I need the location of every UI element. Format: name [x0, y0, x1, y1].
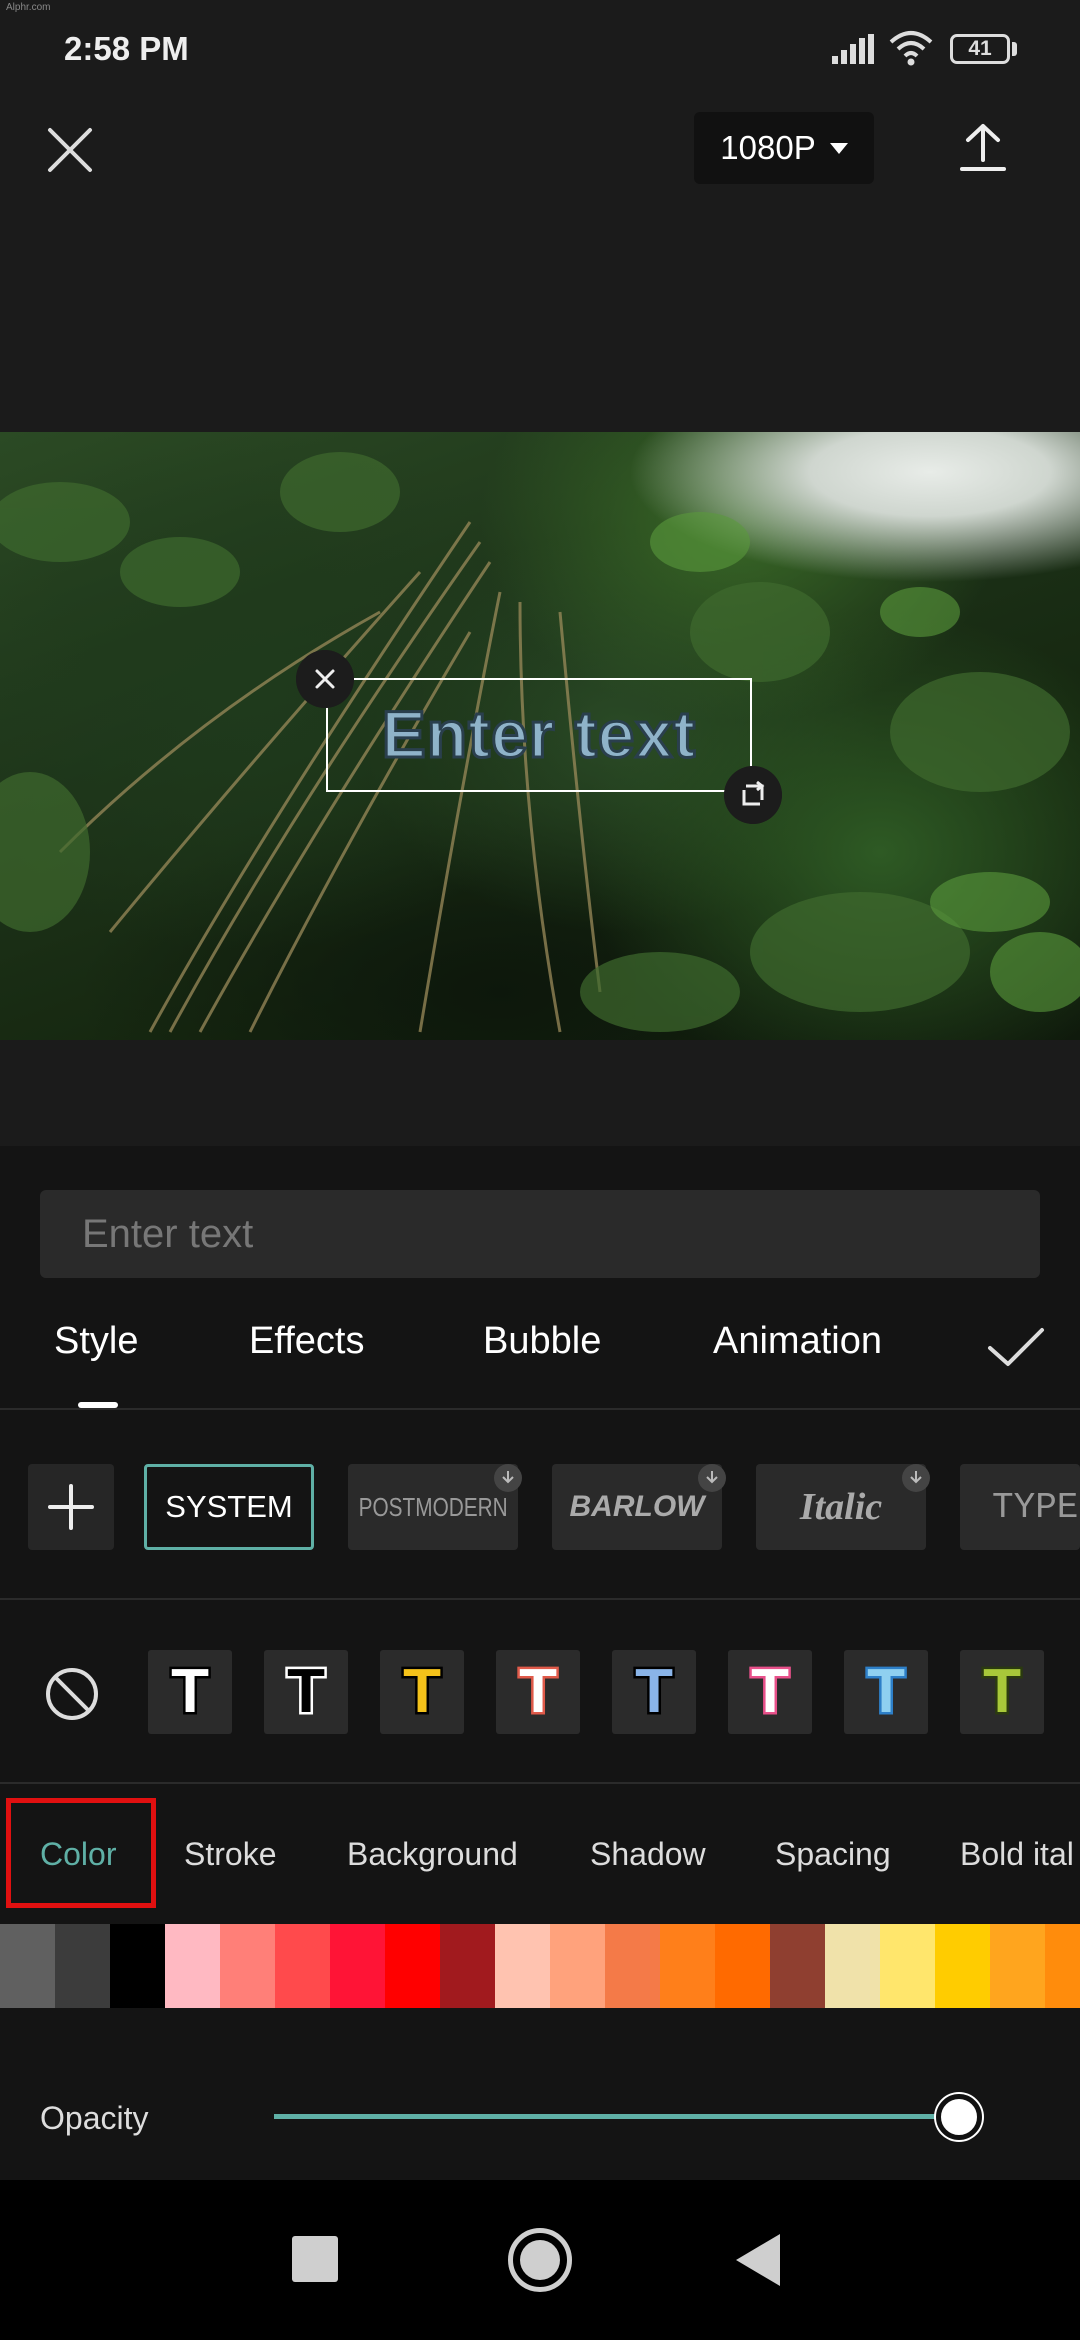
color-swatch[interactable]: [825, 1924, 880, 2008]
color-swatch[interactable]: [55, 1924, 110, 2008]
delete-text-icon[interactable]: [296, 650, 354, 708]
subtab-bold-italic[interactable]: Bold ital: [960, 1836, 1074, 1873]
color-swatch[interactable]: [770, 1924, 825, 2008]
font-typewriter[interactable]: TYPEF: [960, 1464, 1080, 1550]
watermark: Alphr.com: [6, 2, 51, 13]
font-postmodern-label: POSTMODERN: [358, 1491, 508, 1522]
font-italic[interactable]: Italic: [756, 1464, 926, 1550]
battery-tip: [1012, 42, 1017, 56]
wifi-icon: [889, 31, 933, 66]
color-swatch[interactable]: [110, 1924, 165, 2008]
style-preset[interactable]: T: [496, 1650, 580, 1734]
color-swatches: [0, 1924, 1080, 2008]
font-italic-label: Italic: [799, 1486, 883, 1528]
opacity-slider-thumb[interactable]: [936, 2094, 982, 2140]
preset-t-icon: T: [633, 1657, 676, 1726]
color-swatch[interactable]: [990, 1924, 1045, 2008]
style-preset[interactable]: T: [148, 1650, 232, 1734]
confirm-check-icon[interactable]: [986, 1326, 1046, 1370]
overlay-text[interactable]: Enter text: [326, 696, 752, 773]
style-preset[interactable]: T: [728, 1650, 812, 1734]
font-system-label: SYSTEM: [165, 1489, 293, 1524]
tabs-divider: [0, 1408, 1080, 1410]
color-swatch[interactable]: [605, 1924, 660, 2008]
presets-divider: [0, 1782, 1080, 1784]
color-swatch[interactable]: [715, 1924, 770, 2008]
style-preset[interactable]: T: [960, 1650, 1044, 1734]
font-system[interactable]: SYSTEM: [144, 1464, 314, 1550]
style-preset[interactable]: T: [844, 1650, 928, 1734]
chevron-down-icon: [829, 142, 848, 154]
rotate-scale-icon[interactable]: [724, 766, 782, 824]
preset-t-icon: T: [285, 1657, 328, 1726]
font-postmodern[interactable]: POSTMODERN: [348, 1464, 518, 1550]
subtab-spacing[interactable]: Spacing: [775, 1836, 891, 1873]
subtab-shadow[interactable]: Shadow: [590, 1836, 706, 1873]
plus-icon: [48, 1484, 94, 1530]
recent-apps-icon[interactable]: [292, 2236, 338, 2282]
close-icon[interactable]: [44, 124, 96, 176]
color-swatch[interactable]: [220, 1924, 275, 2008]
color-swatch[interactable]: [1045, 1924, 1080, 2008]
home-icon-inner: [520, 2240, 560, 2280]
font-barlow[interactable]: BARLOW: [552, 1464, 722, 1550]
no-style-icon[interactable]: [44, 1666, 100, 1722]
color-swatch[interactable]: [660, 1924, 715, 2008]
preset-t-icon: T: [865, 1657, 908, 1726]
resolution-label: 1080P: [720, 129, 816, 166]
battery-icon: 41: [950, 34, 1010, 64]
style-preset[interactable]: T: [380, 1650, 464, 1734]
color-swatch[interactable]: [495, 1924, 550, 2008]
color-swatch[interactable]: [440, 1924, 495, 2008]
opacity-label: Opacity: [40, 2100, 149, 2136]
resolution-button[interactable]: 1080P: [694, 112, 874, 184]
download-icon: [902, 1464, 930, 1492]
subtab-background[interactable]: Background: [347, 1836, 518, 1873]
tab-bubble[interactable]: Bubble: [483, 1320, 601, 1363]
tab-style[interactable]: Style: [54, 1320, 138, 1363]
text-input[interactable]: [40, 1190, 1040, 1278]
color-swatch[interactable]: [880, 1924, 935, 2008]
highlight-box: [6, 1798, 156, 1908]
style-preset[interactable]: T: [264, 1650, 348, 1734]
opacity-slider-track[interactable]: [274, 2114, 958, 2119]
add-font-button[interactable]: [28, 1464, 114, 1550]
style-preset[interactable]: T: [612, 1650, 696, 1734]
back-icon[interactable]: [736, 2234, 780, 2286]
color-swatch[interactable]: [165, 1924, 220, 2008]
tab-animation[interactable]: Animation: [713, 1320, 882, 1363]
preset-t-icon: T: [981, 1657, 1024, 1726]
color-swatch[interactable]: [385, 1924, 440, 2008]
tab-effects[interactable]: Effects: [249, 1320, 364, 1363]
font-barlow-label: BARLOW: [569, 1490, 705, 1523]
color-swatch[interactable]: [550, 1924, 605, 2008]
preset-t-icon: T: [401, 1657, 444, 1726]
font-typewriter-label: TYPEF: [992, 1486, 1080, 1528]
color-swatch[interactable]: [330, 1924, 385, 2008]
color-swatch[interactable]: [0, 1924, 55, 2008]
preset-t-icon: T: [169, 1657, 212, 1726]
download-icon: [698, 1464, 726, 1492]
color-swatch[interactable]: [275, 1924, 330, 2008]
preset-t-icon: T: [749, 1657, 792, 1726]
fonts-divider: [0, 1598, 1080, 1600]
status-time: 2:58 PM: [64, 30, 189, 67]
subtab-stroke[interactable]: Stroke: [184, 1836, 276, 1873]
color-swatch[interactable]: [935, 1924, 990, 2008]
export-icon[interactable]: [958, 122, 1008, 174]
preset-t-icon: T: [517, 1657, 560, 1726]
download-icon: [494, 1464, 522, 1492]
signal-icon: [832, 34, 874, 64]
